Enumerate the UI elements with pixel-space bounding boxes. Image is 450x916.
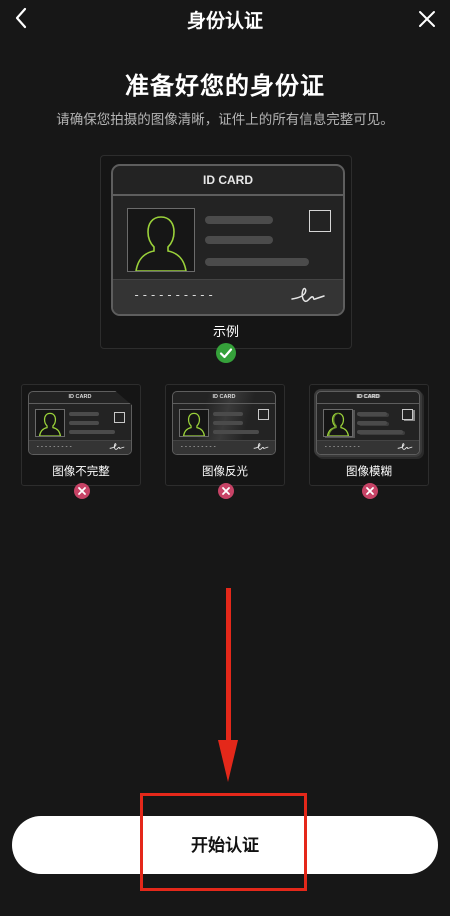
card-title: ID CARD [317,392,419,404]
signature-icon [397,443,413,450]
annotation-highlight-box [140,793,307,891]
number-placeholder: --------- [36,443,74,450]
info-line [205,216,273,224]
card-footer: --------- [29,440,131,454]
example-label: 示例 [212,325,239,340]
checkbox-square [402,409,413,420]
bad-example-label: 图像模糊 [346,464,392,478]
signature-icon [291,287,325,303]
page-title: 身份认证 [186,10,263,32]
top-bar: 身份认证 [0,0,450,38]
person-icon [38,412,62,437]
bad-example-glare: ID CARD --------- 图像反光 [165,384,285,499]
number-placeholder: --------- [180,443,218,450]
card-footer: --------- [173,440,275,454]
main-heading: 准备好您的身份证 [125,72,325,100]
info-line [357,430,403,434]
info-line [357,421,387,425]
info-line [205,236,273,244]
info-line [213,430,259,434]
bad-example-label: 图像不完整 [52,464,110,478]
x-icon [366,487,374,495]
x-badge [74,483,90,499]
id-card-illustration: ID CARD ---------- [111,164,345,316]
x-icon [78,487,86,495]
portrait-photo [35,409,65,437]
card-title: ID CARD [173,392,275,404]
checkbox-square [114,412,125,423]
signature-icon [109,443,125,450]
portrait-photo [127,208,195,272]
close-icon [419,11,435,27]
portrait-photo [179,409,209,437]
number-placeholder: --------- [324,443,362,450]
instruction-text: 请确保您拍摄的图像清晰，证件上的所有信息完整可见。 [56,112,394,128]
x-badge [362,483,378,499]
info-line [213,421,243,425]
bad-example-incomplete: ID CARD --------- 图像不完整 [21,384,141,499]
bad-example-label: 图像反光 [202,464,248,478]
card-footer: ---------- [113,279,343,314]
signature-icon [253,443,269,450]
person-icon [135,216,187,272]
annotation-arrow-shaft [226,588,231,748]
close-button[interactable] [412,4,442,34]
checkbox-square [309,210,331,232]
card-footer: --------- [317,440,419,454]
x-icon [222,487,230,495]
card-title: ID CARD [29,392,131,404]
id-card-illustration: ID CARD --------- [172,391,276,455]
x-badge [218,483,234,499]
info-line [357,412,387,416]
id-card-illustration: ID CARD --------- [316,391,420,455]
person-icon [182,412,206,437]
person-icon [326,412,350,437]
info-line [213,412,243,416]
checkbox-square [258,409,269,420]
info-line [69,430,115,434]
info-line [205,258,309,266]
number-placeholder: ---------- [133,288,216,302]
check-badge [216,343,236,363]
check-icon [219,348,233,359]
example-card-panel: ID CARD ---------- 示例 [100,155,352,363]
id-card-illustration: ID CARD --------- [28,391,132,455]
bad-example-blurry: ID CARD --------- 图像模糊 [309,384,429,499]
info-line [69,421,99,425]
portrait-photo [323,409,353,437]
annotation-arrow-head [218,740,238,782]
info-line [69,412,99,416]
card-title: ID CARD [113,166,343,196]
